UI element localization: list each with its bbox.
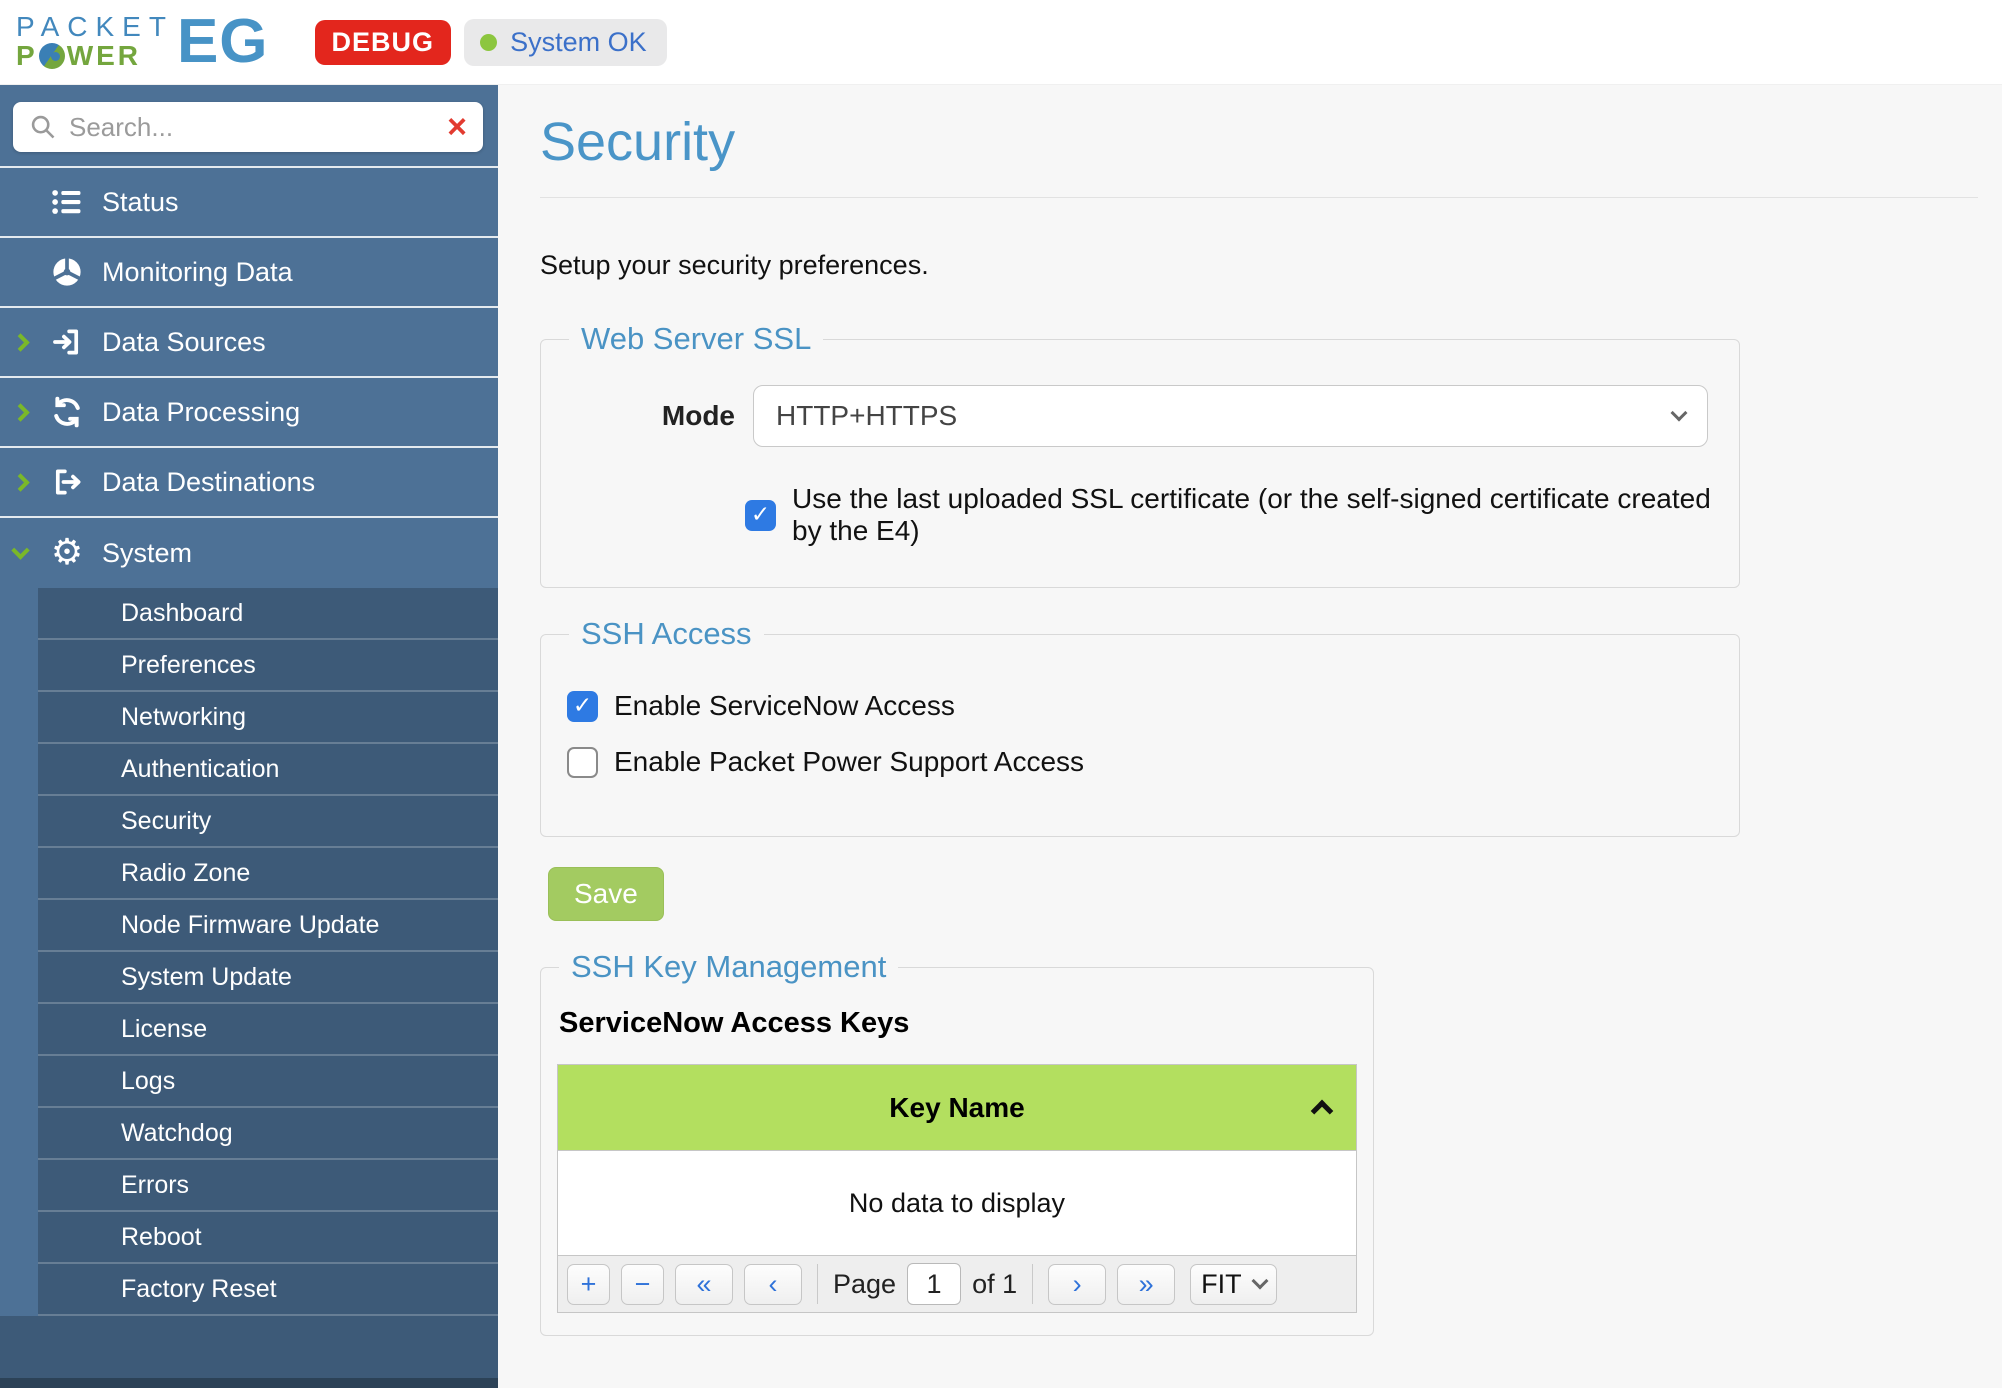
chevron-down-icon (1671, 405, 1688, 422)
remove-key-button[interactable]: − (621, 1264, 664, 1305)
enable-servicenow-label: Enable ServiceNow Access (614, 690, 955, 722)
status-ok-dot-icon (480, 34, 497, 51)
web-server-ssl-legend: Web Server SSL (569, 321, 823, 357)
sidebar-item-label: Data Destinations (102, 467, 315, 498)
search-box[interactable]: × (13, 102, 483, 152)
enable-servicenow-checkbox[interactable]: ✓ (567, 691, 598, 722)
debug-badge: DEBUG (315, 20, 452, 65)
enable-support-checkbox[interactable] (567, 747, 598, 778)
web-server-ssl-panel: Web Server SSL Mode HTTP+HTTPS ✓ Use the… (540, 321, 1740, 588)
sidebar-item-factory-reset[interactable]: Factory Reset (38, 1264, 498, 1316)
page-number-input[interactable] (907, 1263, 961, 1305)
status-badge-label: System OK (510, 27, 647, 58)
key-name-column-header[interactable]: Key Name (558, 1065, 1356, 1151)
clear-search-icon[interactable]: × (447, 110, 467, 144)
sort-ascending-icon (1311, 1100, 1334, 1123)
chevron-right-icon (11, 403, 29, 421)
sidebar-item-networking[interactable]: Networking (38, 692, 498, 744)
ssl-certificate-checkbox[interactable]: ✓ (745, 500, 776, 531)
title-divider (540, 197, 1978, 198)
sidebar-item-data-destinations[interactable]: Data Destinations (0, 448, 498, 518)
sidebar-item-data-processing[interactable]: Data Processing (0, 378, 498, 448)
sidebar-item-authentication[interactable]: Authentication (38, 744, 498, 796)
sidebar-item-label: Monitoring Data (102, 257, 293, 288)
sidebar-bottom-strip (0, 1378, 498, 1388)
sidebar-item-dashboard[interactable]: Dashboard (38, 588, 498, 640)
logo-text-packet: PACKET (16, 13, 174, 42)
sidebar-item-data-sources[interactable]: Data Sources (0, 308, 498, 378)
ssh-key-management-panel: SSH Key Management ServiceNow Access Key… (540, 949, 1374, 1336)
ssh-access-legend: SSH Access (569, 616, 764, 652)
main-content: Security Setup your security preferences… (498, 85, 2002, 1388)
page-size-select[interactable]: FIT (1190, 1264, 1277, 1305)
save-button[interactable]: Save (548, 867, 664, 921)
ssl-certificate-checkbox-label: Use the last uploaded SSL certificate (o… (792, 483, 1713, 547)
ssl-mode-value: HTTP+HTTPS (776, 400, 957, 432)
access-keys-table: Key Name No data to display + − « ‹ Page… (557, 1064, 1357, 1313)
page-count-label: of 1 (972, 1269, 1017, 1300)
page-size-value: FIT (1201, 1269, 1242, 1300)
previous-page-button[interactable]: ‹ (744, 1264, 802, 1305)
enable-support-label: Enable Packet Power Support Access (614, 746, 1084, 778)
sidebar-item-monitoring-data[interactable]: Monitoring Data (0, 238, 498, 308)
logo-text-power: PWER (16, 42, 174, 71)
page-subtitle: Setup your security preferences. (540, 250, 1978, 281)
sidebar-item-label: Status (102, 187, 179, 218)
sidebar-item-label: Data Processing (102, 397, 300, 428)
search-icon (29, 113, 57, 141)
list-icon (48, 183, 86, 221)
logo-o-icon (39, 43, 65, 69)
data-in-icon (48, 323, 86, 361)
mode-label: Mode (567, 400, 735, 432)
sidebar-item-license[interactable]: License (38, 1004, 498, 1056)
table-pagination-bar: + − « ‹ Page of 1 › » FIT (558, 1255, 1356, 1312)
pager-separator (817, 1264, 818, 1304)
sidebar-item-watchdog[interactable]: Watchdog (38, 1108, 498, 1160)
sidebar-item-label: System (102, 538, 192, 569)
sidebar-item-radio-zone[interactable]: Radio Zone (38, 848, 498, 900)
page-title: Security (540, 111, 1978, 173)
next-page-button[interactable]: › (1048, 1264, 1106, 1305)
sidebar-filler (0, 1316, 498, 1378)
ssh-access-panel: SSH Access ✓ Enable ServiceNow Access En… (540, 616, 1740, 837)
data-out-icon (48, 463, 86, 501)
sidebar-item-logs[interactable]: Logs (38, 1056, 498, 1108)
sidebar-item-label: Data Sources (102, 327, 266, 358)
servicenow-access-keys-title: ServiceNow Access Keys (559, 1007, 1357, 1040)
sidebar: × Status Monitoring Data (0, 85, 498, 1388)
packet-power-eg-logo: PACKET PWER EG (16, 13, 269, 70)
page-label: Page (833, 1269, 896, 1300)
refresh-icon (48, 393, 86, 431)
last-page-button[interactable]: » (1117, 1264, 1175, 1305)
sidebar-item-system[interactable]: ⚙ System (0, 518, 498, 588)
search-input[interactable] (69, 112, 447, 143)
ssh-key-management-legend: SSH Key Management (559, 949, 898, 985)
first-page-button[interactable]: « (675, 1264, 733, 1305)
system-submenu: Dashboard Preferences Networking Authent… (0, 588, 498, 1316)
sidebar-item-errors[interactable]: Errors (38, 1160, 498, 1212)
topbar: PACKET PWER EG DEBUG System OK (0, 0, 2002, 85)
logo-text-eg: EG (177, 13, 269, 70)
sidebar-nav: Status Monitoring Data Data Sources (0, 166, 498, 588)
sidebar-item-system-update[interactable]: System Update (38, 952, 498, 1004)
sidebar-item-security[interactable]: Security (38, 796, 498, 848)
sidebar-item-preferences[interactable]: Preferences (38, 640, 498, 692)
gauge-icon (48, 253, 86, 291)
ssl-mode-select[interactable]: HTTP+HTTPS (753, 385, 1708, 447)
add-key-button[interactable]: + (567, 1264, 610, 1305)
gear-icon: ⚙ (48, 534, 86, 572)
system-status-badge: System OK (464, 19, 667, 66)
pager-separator (1032, 1264, 1033, 1304)
empty-table-message: No data to display (558, 1151, 1356, 1255)
sidebar-item-node-firmware-update[interactable]: Node Firmware Update (38, 900, 498, 952)
chevron-down-icon (1251, 1273, 1268, 1290)
chevron-right-icon (11, 333, 29, 351)
sidebar-item-reboot[interactable]: Reboot (38, 1212, 498, 1264)
chevron-down-icon (11, 541, 29, 559)
chevron-right-icon (11, 473, 29, 491)
sidebar-item-status[interactable]: Status (0, 168, 498, 238)
